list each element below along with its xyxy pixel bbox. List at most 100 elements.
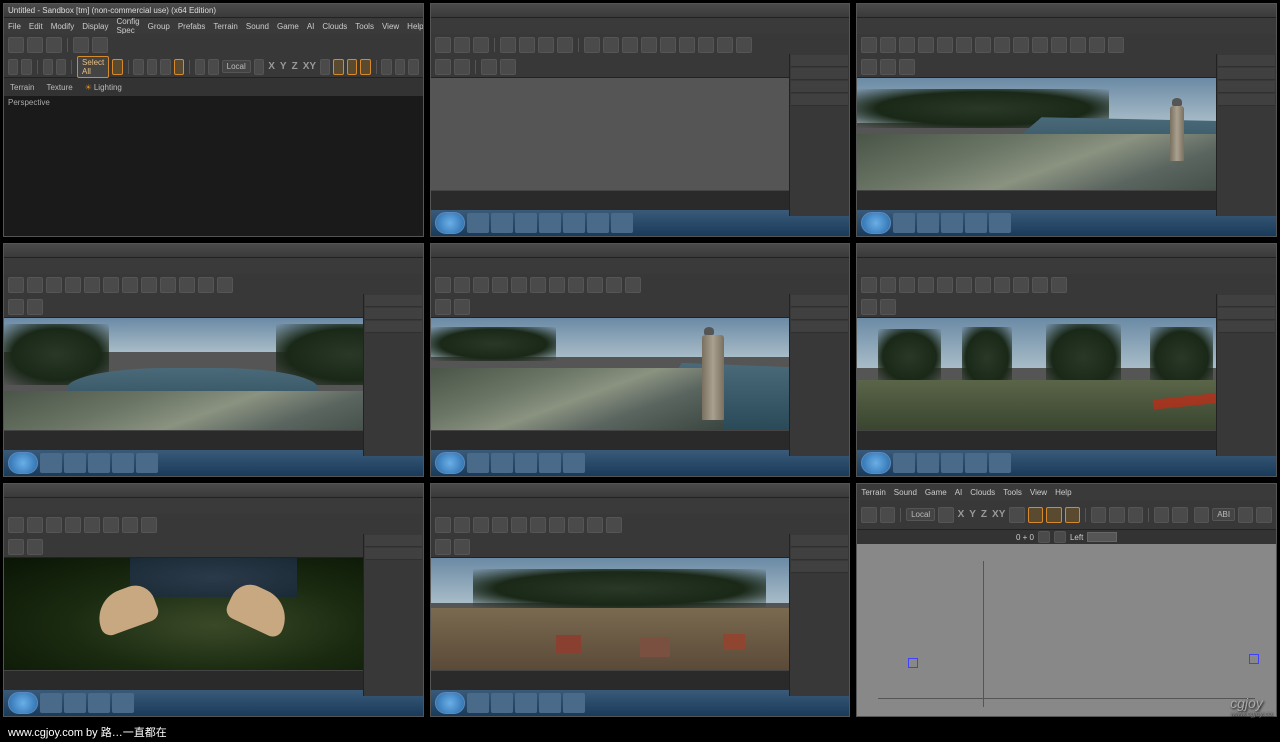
- layers-button[interactable]: [1194, 507, 1209, 523]
- taskbar-icon[interactable]: [136, 453, 158, 473]
- taskbar-icon[interactable]: [515, 693, 537, 713]
- viewport[interactable]: [4, 318, 423, 430]
- link-button[interactable]: [43, 59, 53, 75]
- menu-view[interactable]: View: [382, 22, 399, 31]
- tool-button[interactable]: [473, 517, 489, 533]
- tool-button[interactable]: [454, 299, 470, 315]
- tool-button[interactable]: [395, 59, 405, 75]
- window-titlebar[interactable]: [4, 484, 423, 498]
- tool-button[interactable]: [454, 539, 470, 555]
- timeline-button[interactable]: [1054, 531, 1066, 543]
- tool-button[interactable]: [880, 37, 896, 53]
- tool-button[interactable]: [1051, 37, 1067, 53]
- tool-button[interactable]: [918, 277, 934, 293]
- timeline-button[interactable]: [1038, 531, 1050, 543]
- start-button[interactable]: [435, 692, 465, 714]
- select-tool-button[interactable]: [112, 59, 122, 75]
- tool-button[interactable]: [994, 37, 1010, 53]
- tool-button[interactable]: [1128, 507, 1143, 523]
- redo-button[interactable]: [21, 59, 31, 75]
- menu-game[interactable]: Game: [277, 22, 299, 31]
- align-button[interactable]: [360, 59, 370, 75]
- taskbar-icon[interactable]: [539, 213, 561, 233]
- open-file-button[interactable]: [27, 37, 43, 53]
- tool-button[interactable]: [73, 37, 89, 53]
- side-panel[interactable]: [789, 54, 849, 216]
- menu-sound[interactable]: Sound: [894, 488, 917, 497]
- tool-button[interactable]: [956, 37, 972, 53]
- menu-help[interactable]: Help: [407, 22, 423, 31]
- taskbar-icon[interactable]: [563, 453, 585, 473]
- tool-button[interactable]: [568, 277, 584, 293]
- window-titlebar[interactable]: Untitled - Sandbox [tm] (non-commercial …: [4, 4, 423, 18]
- tool-button[interactable]: [1154, 507, 1169, 523]
- tool-button[interactable]: [1009, 507, 1024, 523]
- tool-button[interactable]: [549, 517, 565, 533]
- tool-button[interactable]: [473, 37, 489, 53]
- tool-button[interactable]: [975, 37, 991, 53]
- tool-button[interactable]: [435, 539, 451, 555]
- taskbar-icon[interactable]: [563, 213, 585, 233]
- grid-button[interactable]: [1046, 507, 1061, 523]
- axis-xy-button[interactable]: XY: [992, 509, 1005, 520]
- tool-button[interactable]: [500, 59, 516, 75]
- side-panel[interactable]: [363, 294, 423, 456]
- tool-button[interactable]: [660, 37, 676, 53]
- taskbar-icon[interactable]: [563, 693, 585, 713]
- tool-button[interactable]: [103, 517, 119, 533]
- tool-button[interactable]: [473, 277, 489, 293]
- viewport[interactable]: [431, 558, 850, 670]
- side-panel[interactable]: [789, 294, 849, 456]
- tool-button[interactable]: [454, 59, 470, 75]
- taskbar-icon[interactable]: [611, 213, 633, 233]
- tool-button[interactable]: [641, 37, 657, 53]
- axis-x-button[interactable]: X: [958, 509, 965, 520]
- tool-button[interactable]: [8, 517, 24, 533]
- rotate-tool-button[interactable]: [147, 59, 157, 75]
- abc-label[interactable]: ABI: [1212, 508, 1235, 521]
- taskbar-icon[interactable]: [989, 213, 1011, 233]
- tool-button[interactable]: [587, 277, 603, 293]
- tool-button[interactable]: [975, 277, 991, 293]
- taskbar-icon[interactable]: [40, 693, 62, 713]
- start-button[interactable]: [8, 452, 38, 474]
- tool-button[interactable]: [994, 277, 1010, 293]
- timeline-view-label[interactable]: Left: [1070, 533, 1083, 542]
- tool-button[interactable]: [511, 517, 527, 533]
- tool-button[interactable]: [1013, 277, 1029, 293]
- tool-button[interactable]: [122, 277, 138, 293]
- start-button[interactable]: [8, 692, 38, 714]
- tool-button[interactable]: [698, 37, 714, 53]
- side-panel[interactable]: [1216, 54, 1276, 216]
- snap-button[interactable]: [1028, 507, 1043, 523]
- tool-button[interactable]: [899, 277, 915, 293]
- tool-button[interactable]: [454, 517, 470, 533]
- axis-z-button[interactable]: Z: [981, 509, 987, 520]
- tool-button[interactable]: [500, 37, 516, 53]
- tool-button[interactable]: [880, 299, 896, 315]
- curve-keyframe[interactable]: [1249, 654, 1259, 664]
- menu-edit[interactable]: Edit: [29, 22, 43, 31]
- tool-button[interactable]: [549, 277, 565, 293]
- taskbar-icon[interactable]: [491, 213, 513, 233]
- tool-button[interactable]: [584, 37, 600, 53]
- menu-terrain[interactable]: Terrain: [213, 22, 237, 31]
- coord-space-dropdown[interactable]: Local: [906, 508, 935, 521]
- menu-tools[interactable]: Tools: [1003, 488, 1022, 497]
- tool-button[interactable]: [492, 517, 508, 533]
- start-button[interactable]: [861, 452, 891, 474]
- tool-button[interactable]: [1256, 507, 1271, 523]
- taskbar-icon[interactable]: [941, 453, 963, 473]
- tool-button[interactable]: [320, 59, 330, 75]
- tool-button[interactable]: [435, 37, 451, 53]
- tool-button[interactable]: [625, 277, 641, 293]
- taskbar-icon[interactable]: [515, 213, 537, 233]
- tool-button[interactable]: [519, 37, 535, 53]
- tool-button[interactable]: [603, 37, 619, 53]
- tool-button[interactable]: [254, 59, 264, 75]
- tool-button[interactable]: [481, 59, 497, 75]
- tool-button[interactable]: [84, 517, 100, 533]
- axis-z-button[interactable]: Z: [292, 61, 298, 72]
- tool-button[interactable]: [8, 539, 24, 555]
- tool-button[interactable]: [454, 277, 470, 293]
